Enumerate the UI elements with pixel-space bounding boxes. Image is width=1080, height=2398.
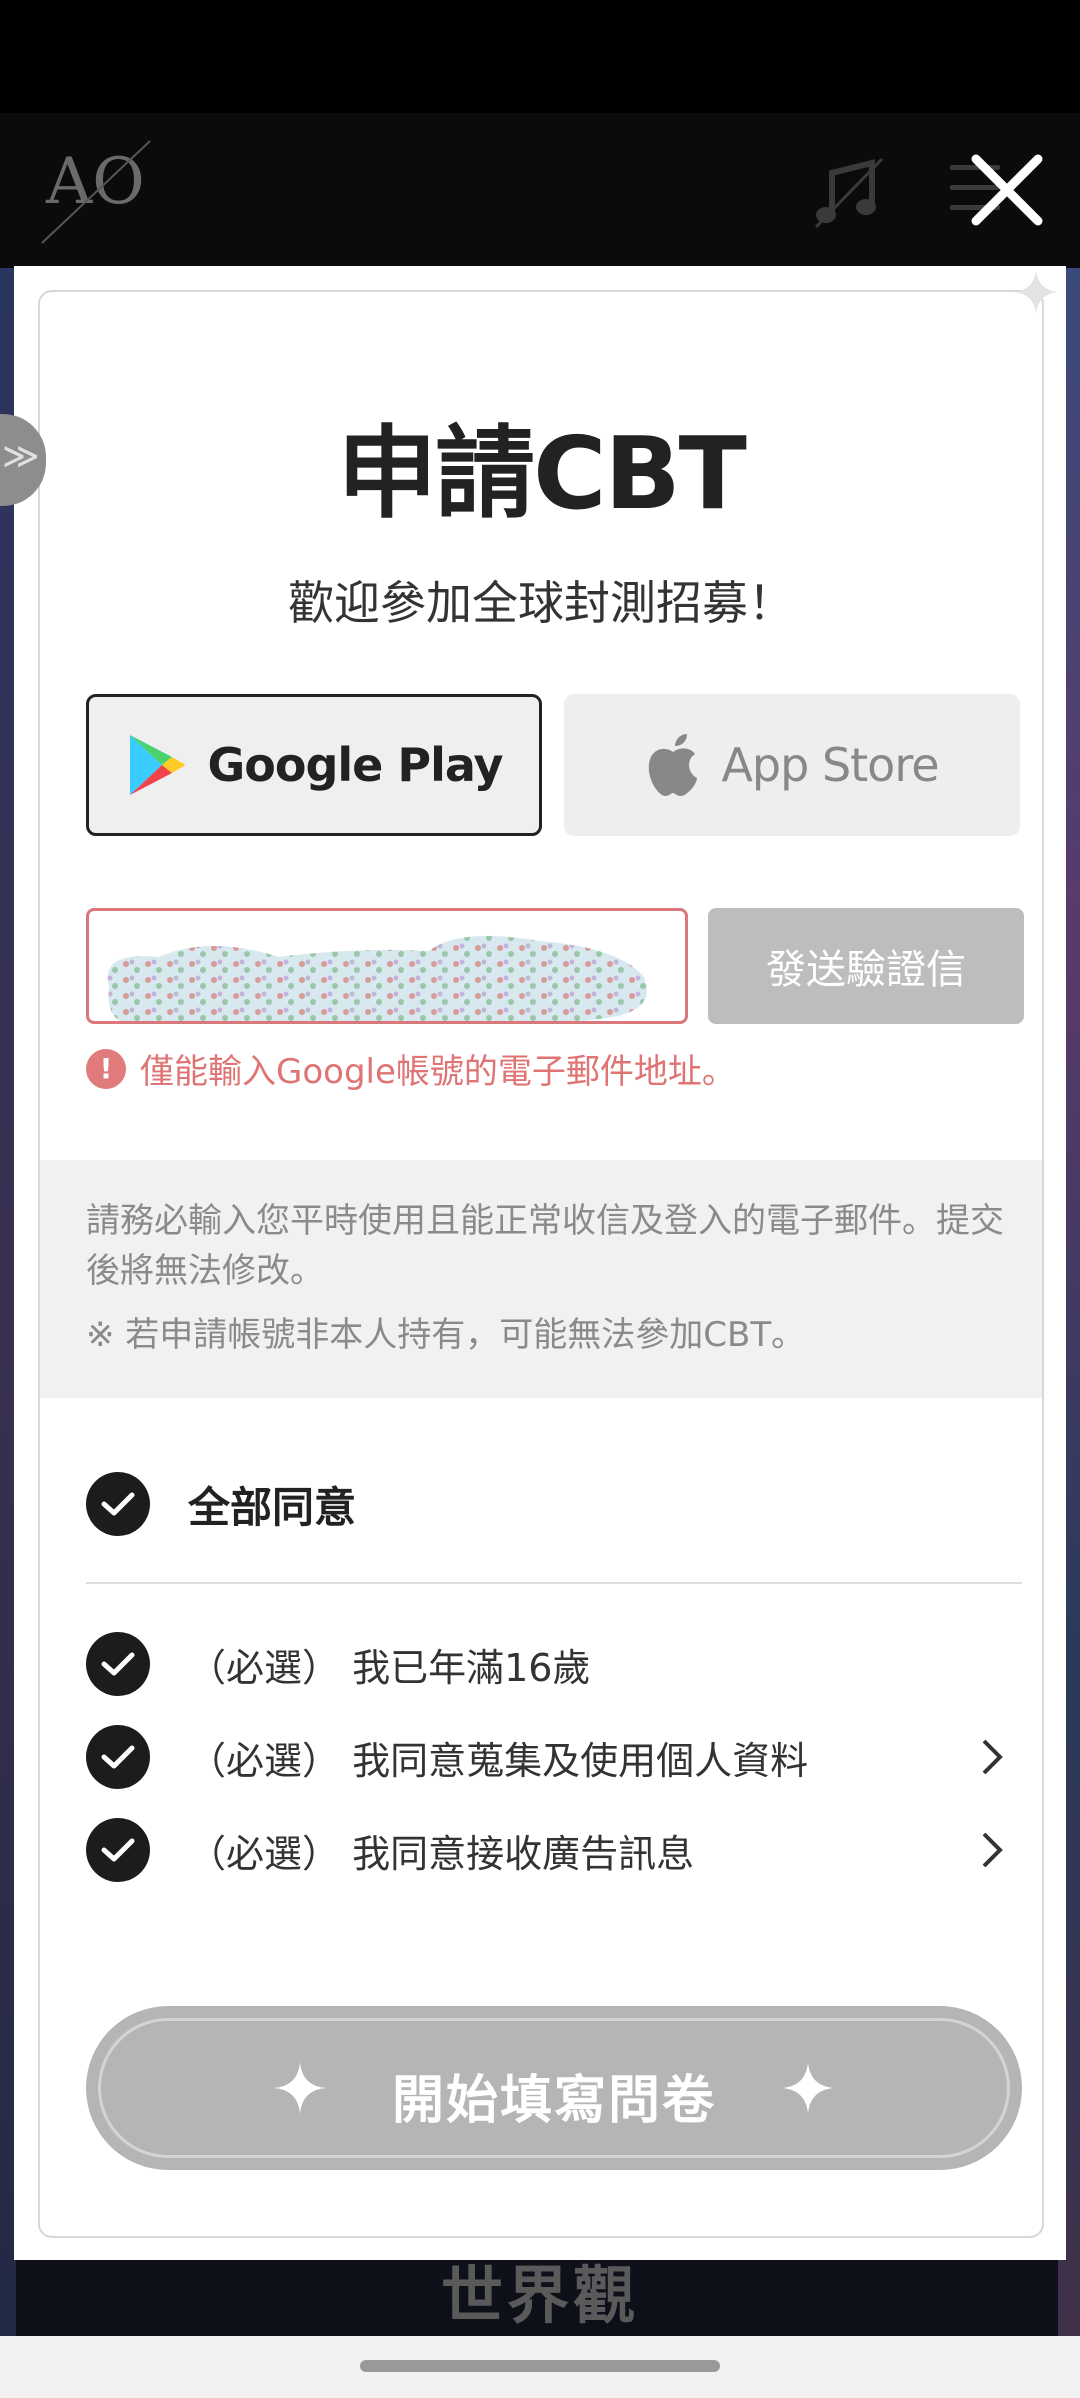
notice-box: 請務必輸入您平時使用且能正常收信及登入的電子郵件。提交後將無法修改。 ※ 若申請… bbox=[40, 1160, 1042, 1398]
term-label: （必選） 我同意接收廣告訊息 bbox=[188, 1831, 695, 1876]
error-text: 僅能輸入Google帳號的電子郵件地址。 bbox=[140, 1052, 736, 1092]
home-indicator[interactable] bbox=[360, 2360, 720, 2372]
check-icon bbox=[86, 1472, 150, 1536]
close-icon[interactable] bbox=[966, 149, 1048, 231]
check-icon bbox=[86, 1818, 150, 1882]
dialog-title: 申請CBT bbox=[337, 415, 747, 532]
chevron-right-icon[interactable] bbox=[972, 1737, 1012, 1777]
term-marketing-checkbox[interactable]: （必選） 我同意接收廣告訊息 bbox=[86, 1818, 1022, 1882]
start-survey-button[interactable]: 開始填寫問卷 bbox=[86, 2006, 1022, 2170]
sparkle-icon bbox=[782, 2062, 834, 2114]
email-field[interactable] bbox=[86, 908, 688, 1024]
dialog-subtitle: 歡迎參加全球封測招募！ bbox=[288, 576, 794, 630]
sparkle-icon bbox=[1014, 270, 1058, 314]
chevron-right-icon[interactable] bbox=[972, 1830, 1012, 1870]
check-icon bbox=[86, 1725, 150, 1789]
site-header: AO bbox=[0, 113, 1080, 268]
error-icon: ! bbox=[86, 1048, 126, 1089]
notice-text-2: ※ 若申請帳號非本人持有，可能無法參加CBT。 bbox=[86, 1315, 806, 1355]
term-age-checkbox[interactable]: （必選） 我已年滿16歲 bbox=[86, 1632, 1022, 1696]
double-chevron-icon: ≫ bbox=[2, 436, 40, 477]
send-verification-button[interactable]: 發送驗證信 bbox=[708, 908, 1024, 1024]
redaction-overlay bbox=[107, 935, 648, 1021]
notice-text-1: 請務必輸入您平時使用且能正常收信及登入的電子郵件。提交後將無法修改。 bbox=[86, 1201, 1004, 1291]
divider bbox=[86, 1582, 1022, 1584]
check-icon bbox=[86, 1632, 150, 1696]
app-store-button[interactable]: App Store bbox=[564, 694, 1020, 836]
google-play-button[interactable]: Google Play bbox=[86, 694, 542, 836]
term-label: （必選） 我已年滿16歲 bbox=[188, 1645, 591, 1690]
term-label: （必選） 我同意蒐集及使用個人資料 bbox=[188, 1738, 809, 1783]
agree-all-checkbox[interactable]: 全部同意 bbox=[86, 1472, 356, 1536]
start-survey-label: 開始填寫問卷 bbox=[391, 2071, 716, 2131]
apple-icon bbox=[649, 734, 698, 796]
google-play-label: Google Play bbox=[207, 738, 504, 792]
cbt-application-dialog: 申請CBT 歡迎參加全球封測招募！ Google Play App Store bbox=[14, 266, 1066, 2260]
google-play-icon bbox=[129, 735, 185, 795]
logo[interactable]: AO bbox=[40, 133, 170, 251]
navigation-bar bbox=[0, 2336, 1080, 2398]
term-privacy-checkbox[interactable]: （必選） 我同意蒐集及使用個人資料 bbox=[86, 1725, 1022, 1789]
agree-all-label: 全部同意 bbox=[188, 1482, 357, 1532]
status-bar bbox=[0, 0, 1080, 113]
music-icon[interactable] bbox=[810, 153, 890, 233]
dialog-frame: 申請CBT 歡迎參加全球封測招募！ Google Play App Store bbox=[38, 290, 1044, 2238]
svg-text:AO: AO bbox=[45, 145, 145, 219]
app-store-label: App Store bbox=[721, 738, 939, 792]
email-error: ! 僅能輸入Google帳號的電子郵件地址。 bbox=[86, 1044, 736, 1093]
